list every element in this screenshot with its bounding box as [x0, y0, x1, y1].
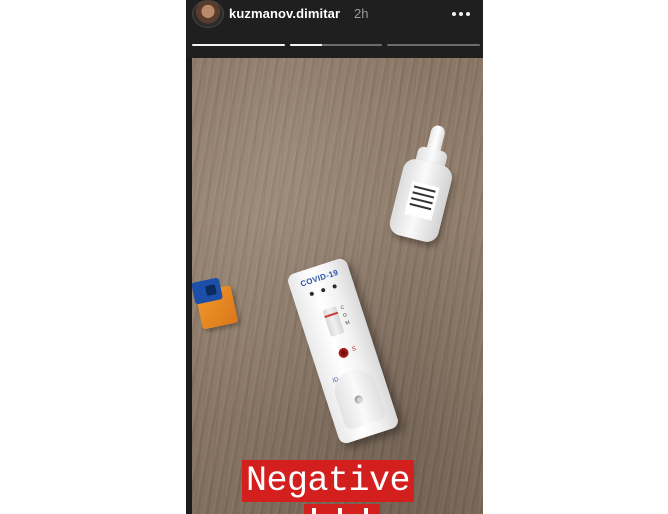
- story-frame[interactable]: kuzmanov.dimitar 2h COVID-19 C G M S ID …: [186, 0, 483, 514]
- bottle-body: [387, 156, 455, 245]
- progress-segment-3: [387, 44, 480, 46]
- progress-segment-1-fill: [192, 44, 285, 46]
- more-dot: [452, 12, 456, 16]
- more-dots-icon[interactable]: [448, 6, 476, 22]
- story-header: kuzmanov.dimitar 2h: [186, 0, 483, 58]
- progress-segment-2-fill: [290, 44, 323, 46]
- more-dot: [466, 12, 470, 16]
- story-photo[interactable]: COVID-19 C G M S ID Negative: [192, 58, 483, 514]
- bottle-label: [404, 180, 440, 221]
- story-username[interactable]: kuzmanov.dimitar: [229, 6, 340, 21]
- more-dot: [459, 12, 463, 16]
- progress-segment-2: [290, 44, 382, 46]
- lancet-cap-hole: [205, 284, 217, 297]
- negative-text-sticker[interactable]: Negative: [242, 460, 415, 502]
- story-time: 2h: [354, 6, 369, 21]
- story-viewer-stage: kuzmanov.dimitar 2h COVID-19 C G M S ID …: [0, 0, 668, 514]
- avatar[interactable]: [192, 0, 224, 28]
- text-sticker-second-line[interactable]: [304, 504, 380, 514]
- progress-segment-1: [192, 44, 285, 46]
